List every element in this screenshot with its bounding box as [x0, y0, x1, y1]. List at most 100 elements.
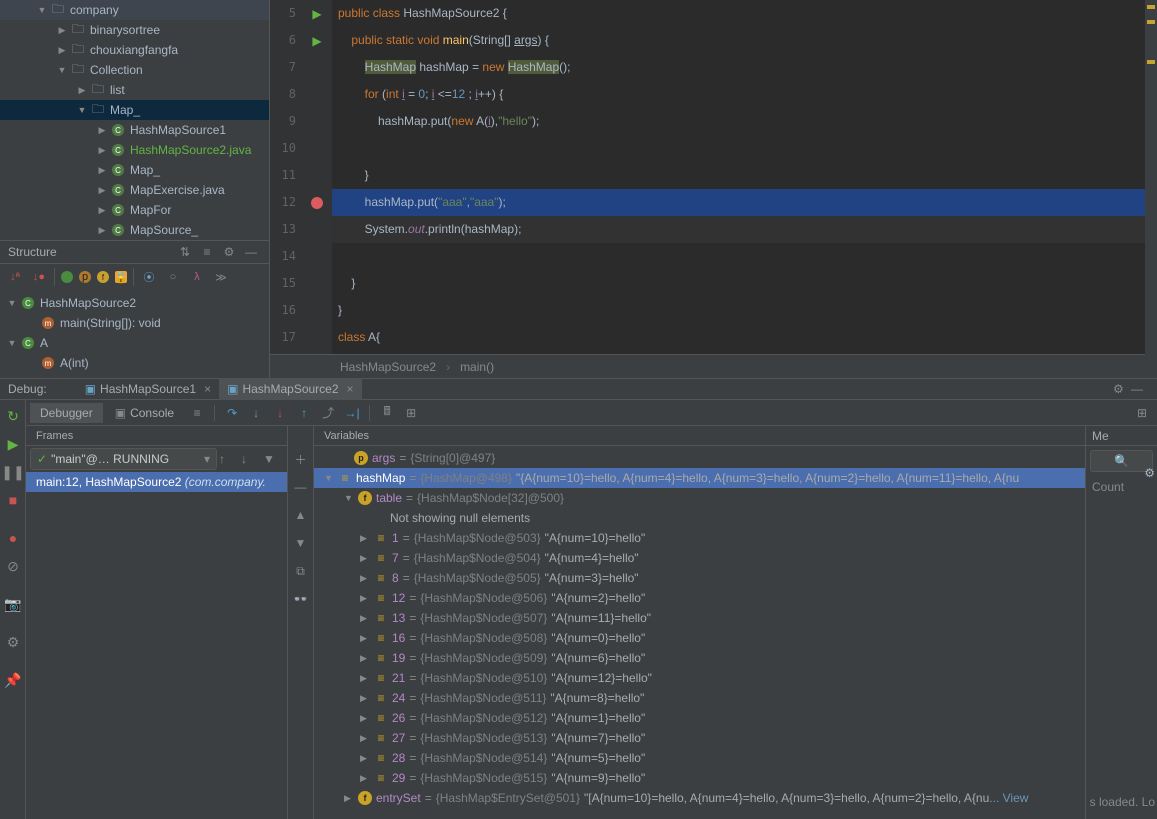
code-line[interactable]: public static void main(String[] args) {: [332, 27, 1157, 54]
tree-item-Map_[interactable]: ▶CMap_: [0, 160, 269, 180]
var-row[interactable]: ▼≡hashMap={HashMap@498}"{A{num=10}=hello…: [314, 468, 1085, 488]
step-into-icon[interactable]: ↓: [245, 402, 267, 424]
tree-arrow-icon[interactable]: ▶: [96, 144, 108, 156]
structure-settings-icon[interactable]: ⚙: [219, 242, 239, 262]
watches-icon[interactable]: 👓: [293, 588, 308, 610]
frame-item[interactable]: main:12, HashMapSource2 (com.company.: [26, 472, 287, 492]
debug-hide-icon[interactable]: —: [1131, 382, 1149, 396]
tree-arrow-icon[interactable]: ▶: [96, 164, 108, 176]
tab-debugger[interactable]: Debugger: [30, 403, 103, 423]
frames-list[interactable]: main:12, HashMapSource2 (com.company.: [26, 472, 287, 492]
var-row[interactable]: ▶≡16={HashMap$Node@508}"A{num=0}=hello": [314, 628, 1085, 648]
var-row[interactable]: ▶≡26={HashMap$Node@512}"A{num=1}=hello": [314, 708, 1085, 728]
step-out-icon[interactable]: ↑: [293, 402, 315, 424]
code-line[interactable]: hashMap.put(new A(i),"hello");: [332, 108, 1157, 135]
var-row[interactable]: ▶≡29={HashMap$Node@515}"A{num=9}=hello": [314, 768, 1085, 788]
code-line[interactable]: public class HashMapSource2 {: [332, 0, 1157, 27]
tree-item-company[interactable]: ▼🗀company: [0, 0, 269, 20]
var-row[interactable]: ▶≡19={HashMap$Node@509}"A{num=6}=hello": [314, 648, 1085, 668]
filter-p-icon[interactable]: p: [79, 271, 91, 283]
code-line[interactable]: for (int i = 0; i <=12 ; i++) {: [332, 81, 1157, 108]
remove-watch-icon[interactable]: —: [295, 476, 307, 498]
tree-arrow-icon[interactable]: ▶: [56, 24, 68, 36]
editor-error-stripe[interactable]: [1145, 0, 1157, 378]
structure-item[interactable]: ▼CHashMapSource2: [0, 293, 269, 313]
add-watch-icon[interactable]: ＋: [294, 448, 306, 470]
drop-frame-icon[interactable]: ⤴: [317, 402, 339, 424]
copy-watch-icon[interactable]: ⧉: [296, 560, 305, 582]
tree-arrow-icon[interactable]: ▶: [76, 84, 88, 96]
tree-item-binarysortree[interactable]: ▶🗀binarysortree: [0, 20, 269, 40]
code-line[interactable]: hashMap.put("aaa","aaa");: [332, 189, 1157, 216]
force-step-into-icon[interactable]: ↓: [269, 402, 291, 424]
var-arrow-icon[interactable]: ▶: [360, 653, 372, 664]
run-to-cursor-icon[interactable]: →|: [341, 402, 363, 424]
var-row[interactable]: ▶≡24={HashMap$Node@511}"A{num=8}=hello": [314, 688, 1085, 708]
rerun-icon[interactable]: ↻: [0, 402, 26, 430]
var-arrow-icon[interactable]: ▶: [360, 733, 372, 744]
close-icon[interactable]: ×: [347, 382, 354, 396]
threads-icon[interactable]: ≡: [186, 402, 208, 424]
stop-icon[interactable]: ■: [0, 486, 26, 514]
var-row[interactable]: ▶≡12={HashMap$Node@506}"A{num=2}=hello": [314, 588, 1085, 608]
var-row[interactable]: ▶≡7={HashMap$Node@504}"A{num=4}=hello": [314, 548, 1085, 568]
var-arrow-icon[interactable]: ▶: [360, 773, 372, 784]
tree-item-list[interactable]: ▶🗀list: [0, 80, 269, 100]
var-arrow-icon[interactable]: ▶: [360, 593, 372, 604]
var-row[interactable]: ▶≡8={HashMap$Node@505}"A{num=3}=hello": [314, 568, 1085, 588]
project-tree[interactable]: ▼🗀company▶🗀binarysortree▶🗀chouxiangfangf…: [0, 0, 269, 240]
step-over-icon[interactable]: ↷: [221, 402, 243, 424]
var-row[interactable]: pargs={String[0]@497}: [314, 448, 1085, 468]
structure-item[interactable]: ▼CA: [0, 333, 269, 353]
structure-tree[interactable]: ▼CHashMapSource2mmain(String[]): void▼CA…: [0, 290, 269, 378]
tab-console[interactable]: ▣ Console: [105, 403, 184, 423]
breadcrumb-method[interactable]: main(): [460, 360, 494, 374]
var-arrow-icon[interactable]: ▶: [344, 793, 356, 804]
tree-item-HashMapSource2.java[interactable]: ▶CHashMapSource2.java: [0, 140, 269, 160]
code-line[interactable]: [332, 243, 1157, 270]
gutter-marks[interactable]: ▶▶: [302, 0, 332, 354]
filter-lock-icon[interactable]: 🔒: [115, 271, 127, 283]
var-row[interactable]: Not showing null elements: [314, 508, 1085, 528]
breadcrumb-class[interactable]: HashMapSource2: [340, 360, 436, 374]
tree-arrow-icon[interactable]: ▶: [96, 124, 108, 136]
structure-hide-icon[interactable]: —: [241, 242, 261, 262]
debug-tab-HashMapSource1[interactable]: ▣HashMapSource1×: [77, 378, 219, 400]
pause-icon[interactable]: ❚❚: [0, 458, 26, 486]
var-arrow-icon[interactable]: ▼: [344, 493, 356, 503]
code-line[interactable]: }: [332, 270, 1157, 297]
structure-item[interactable]: mA(int): [0, 353, 269, 373]
var-arrow-icon[interactable]: ▶: [360, 673, 372, 684]
var-arrow-icon[interactable]: ▶: [360, 713, 372, 724]
tree-arrow-icon[interactable]: ▼: [36, 4, 48, 16]
var-row[interactable]: ▶≡27={HashMap$Node@513}"A{num=7}=hello": [314, 728, 1085, 748]
run-gutter-icon[interactable]: ▶: [312, 7, 321, 21]
var-row[interactable]: ▼ftable={HashMap$Node[32]@500}: [314, 488, 1085, 508]
close-icon[interactable]: ×: [204, 382, 211, 396]
var-arrow-icon[interactable]: ▶: [360, 753, 372, 764]
code-line[interactable]: class A{: [332, 324, 1157, 351]
tree-item-Collection[interactable]: ▼🗀Collection: [0, 60, 269, 80]
filter-i-icon[interactable]: ⦿: [140, 268, 158, 286]
var-row[interactable]: ▶≡1={HashMap$Node@503}"A{num=10}=hello": [314, 528, 1085, 548]
up-watch-icon[interactable]: ▲: [295, 504, 307, 526]
editor-breadcrumb[interactable]: HashMapSource2 › main(): [270, 354, 1157, 378]
tree-arrow-icon[interactable]: ▶: [96, 184, 108, 196]
filter-c-icon[interactable]: [61, 271, 73, 283]
tree-arrow-icon[interactable]: ▶: [96, 224, 108, 236]
var-row[interactable]: ▶≡28={HashMap$Node@514}"A{num=5}=hello": [314, 748, 1085, 768]
var-row[interactable]: ▶≡13={HashMap$Node@507}"A{num=11}=hello": [314, 608, 1085, 628]
code-line[interactable]: }: [332, 162, 1157, 189]
down-watch-icon[interactable]: ▼: [295, 532, 307, 554]
layout-settings-icon[interactable]: ⚙: [0, 628, 26, 656]
tree-arrow-icon[interactable]: ▶: [56, 44, 68, 56]
memory-settings-icon[interactable]: ⚙: [1144, 466, 1155, 480]
code-editor[interactable]: public class HashMapSource2 { public sta…: [332, 0, 1157, 354]
breakpoint-icon[interactable]: [311, 197, 323, 209]
mute-bp-icon[interactable]: ⊘: [0, 552, 26, 580]
var-arrow-icon[interactable]: ▶: [360, 613, 372, 624]
restore-layout-icon[interactable]: ⊞: [1131, 402, 1153, 424]
var-arrow-icon[interactable]: ▶: [360, 633, 372, 644]
breakpoints-icon[interactable]: ●: [0, 524, 26, 552]
filter-f-icon[interactable]: f: [97, 271, 109, 283]
